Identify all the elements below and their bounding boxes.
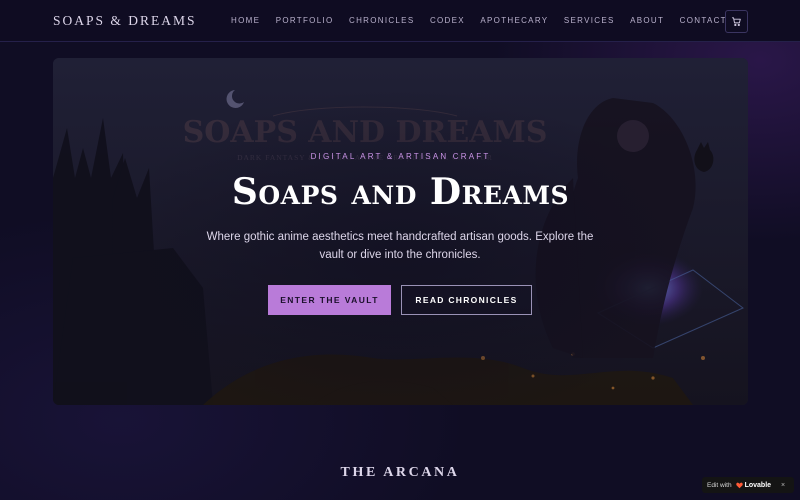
section-title-the-arcana: THE ARCANA: [340, 465, 460, 480]
lovable-heart-icon: [735, 482, 743, 488]
nav-item-apothecary[interactable]: APOTHECARY: [480, 16, 548, 25]
cart-button[interactable]: [725, 10, 748, 33]
nav-item-codex[interactable]: CODEX: [430, 16, 465, 25]
top-navigation-bar: SOAPS & DREAMS HOME PORTFOLIO CHRONICLES…: [0, 0, 800, 42]
badge-brand-label: Lovable: [744, 481, 772, 489]
nav-item-services[interactable]: SERVICES: [564, 16, 615, 25]
nav-item-about[interactable]: ABOUT: [630, 16, 664, 25]
main-nav: HOME PORTFOLIO CHRONICLES CODEX APOTHECA…: [231, 16, 742, 25]
read-chronicles-button[interactable]: READ CHRONICLES: [401, 285, 532, 315]
site-logo[interactable]: SOAPS & DREAMS: [53, 13, 197, 29]
shopping-cart-icon: [731, 17, 741, 27]
hero-eyebrow: DIGITAL ART & ARTISAN CRAFT: [310, 152, 491, 161]
hero-description: Where gothic anime aesthetics meet handc…: [206, 231, 594, 261]
nav-item-home[interactable]: HOME: [231, 16, 260, 25]
badge-close-icon[interactable]: ×: [781, 482, 785, 489]
hero-title: Soaps and Dreams: [231, 171, 570, 213]
hero-banner: SOAPS AND DREAMS DARK FANTASY & GOTHIC A…: [53, 58, 748, 405]
enter-the-vault-button[interactable]: ENTER THE VAULT: [268, 285, 391, 315]
nav-item-portfolio[interactable]: PORTFOLIO: [276, 16, 334, 25]
badge-edit-label: Edit with: [707, 481, 732, 489]
nav-item-chronicles[interactable]: CHRONICLES: [349, 16, 414, 25]
edit-with-lovable-badge[interactable]: Edit with Lovable ×: [702, 477, 794, 493]
nav-item-contact[interactable]: CONTACT: [680, 16, 727, 25]
